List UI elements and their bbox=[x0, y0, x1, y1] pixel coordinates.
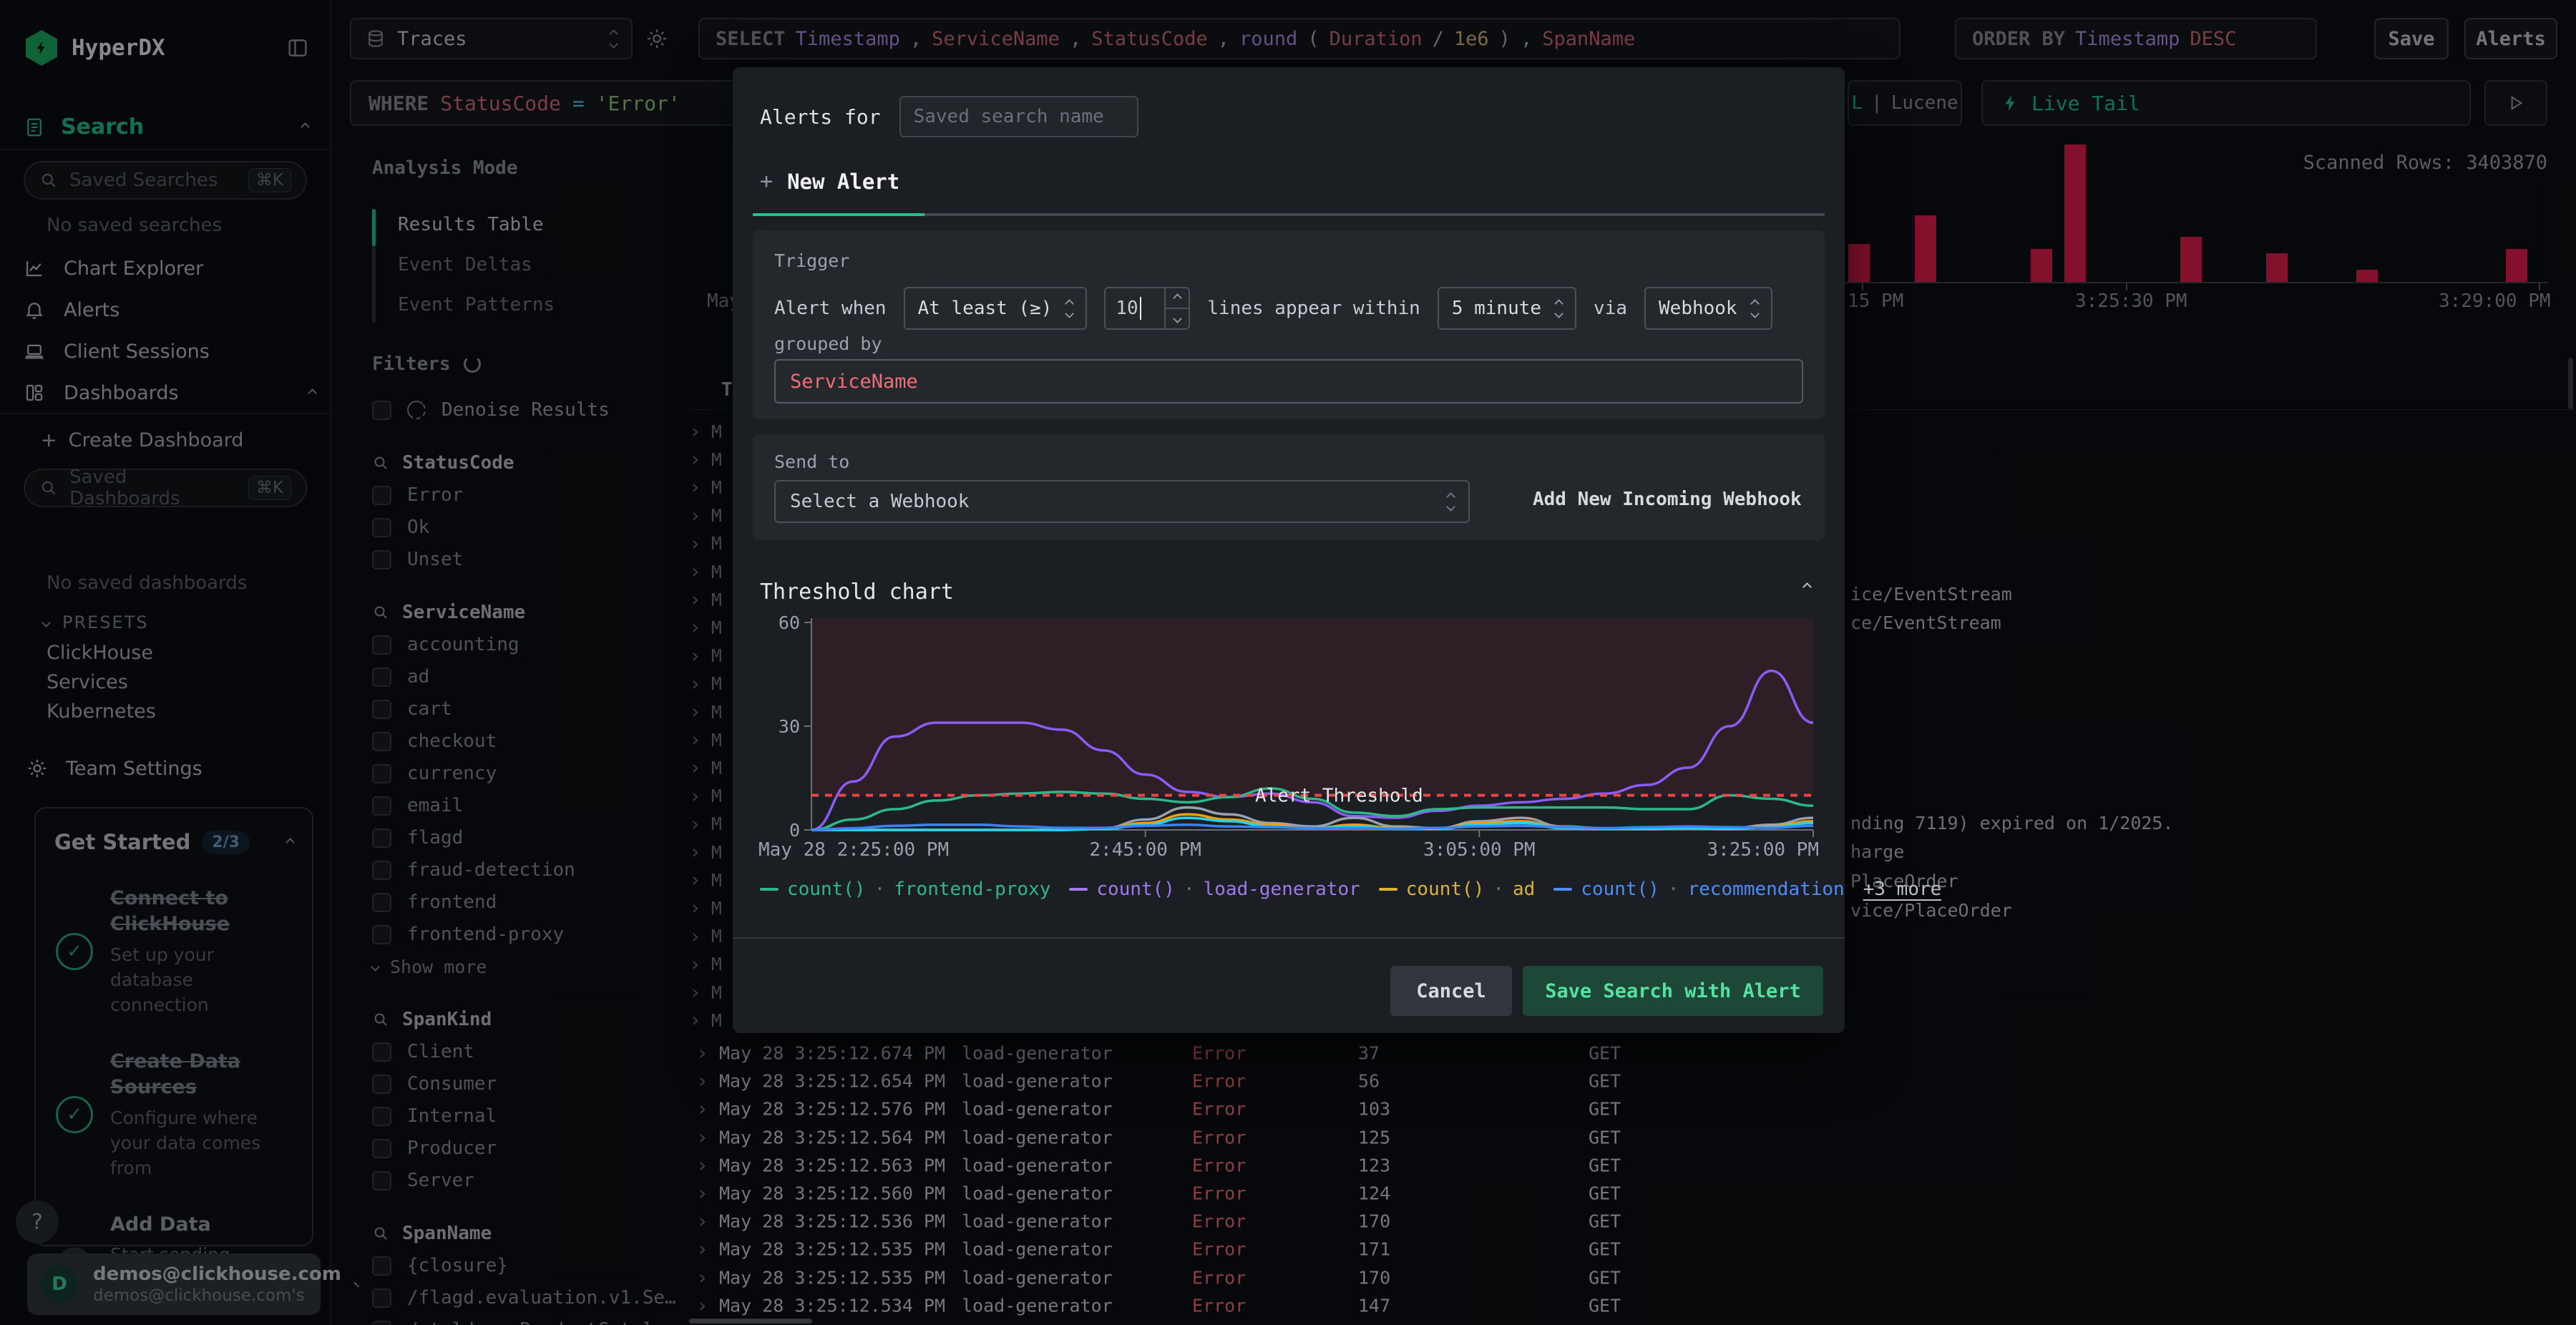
via-text: via bbox=[1594, 298, 1628, 319]
legend-swatch bbox=[1553, 888, 1573, 891]
svg-text:30: 30 bbox=[779, 716, 800, 737]
send-to-label: Send to bbox=[774, 451, 850, 472]
legend-item[interactable]: count() · load-generator bbox=[1069, 879, 1360, 900]
tab-new-alert[interactable]: + New Alert bbox=[760, 169, 899, 194]
svg-text:0: 0 bbox=[789, 820, 800, 841]
number-spinners[interactable] bbox=[1164, 288, 1189, 328]
add-webhook-button[interactable]: Add New Incoming Webhook bbox=[1533, 489, 1802, 510]
threshold-chart-svg: 0 30 60 Alert Threshold May 28 2:25:00 PM 2:4… bbox=[758, 612, 1819, 861]
text-cursor bbox=[1139, 297, 1141, 320]
lines-appear-text: lines appear within bbox=[1207, 298, 1420, 319]
send-to-section: Send to Select a Webhook Add New Incomin… bbox=[753, 434, 1825, 540]
legend-swatch bbox=[760, 888, 779, 891]
legend-metric: count() bbox=[1096, 879, 1175, 900]
legend-item[interactable]: count() · recommendation bbox=[1553, 879, 1845, 900]
legend-item[interactable]: count() · frontend-proxy bbox=[760, 879, 1050, 900]
legend-series-name: load-generator bbox=[1203, 879, 1360, 900]
hyperdx-app: Traces SELECT Timestamp, ServiceName, Stat… bbox=[0, 0, 2576, 1325]
saved-search-name-placeholder: Saved search name bbox=[913, 106, 1104, 127]
threshold-chart: 0 30 60 Alert Threshold May 28 2:25:00 PM 2:4… bbox=[754, 612, 1823, 863]
time-window-select[interactable]: 5 minute bbox=[1437, 287, 1577, 330]
threshold-value: 10 bbox=[1116, 298, 1138, 319]
condition-value: At least (≥) bbox=[917, 298, 1053, 319]
plus-icon: + bbox=[760, 169, 774, 194]
legend-series-name: ad bbox=[1513, 879, 1536, 900]
legend-item[interactable]: count() · ad bbox=[1378, 879, 1536, 900]
threshold-chart-legend: count() · frontend-proxy count() · load-g… bbox=[760, 879, 1941, 900]
grouped-by-value: ServiceName bbox=[790, 370, 918, 393]
legend-separator: · bbox=[1183, 879, 1195, 900]
channel-select[interactable]: Webhook bbox=[1644, 287, 1772, 330]
legend-separator: · bbox=[874, 879, 886, 900]
x-axis-label: May 28 2:25:00 PM bbox=[758, 839, 949, 861]
grouped-by-input[interactable]: ServiceName bbox=[774, 359, 1803, 404]
modal-footer-divider bbox=[733, 937, 1845, 939]
legend-more-button[interactable]: +3 more bbox=[1863, 879, 1942, 900]
tab-underline-active bbox=[753, 213, 924, 216]
legend-swatch bbox=[1069, 888, 1088, 891]
legend-separator: · bbox=[1493, 879, 1505, 900]
collapse-chart-icon[interactable] bbox=[1802, 582, 1812, 592]
modal-title: Alerts for bbox=[760, 104, 881, 129]
x-axis-label: 3:25:00 PM bbox=[1707, 839, 1819, 861]
webhook-select[interactable]: Select a Webhook bbox=[774, 480, 1470, 523]
alert-modal: Alerts for Saved search name + New Alert… bbox=[733, 67, 1941, 1033]
select-arrows-icon bbox=[1065, 298, 1075, 318]
select-arrows-icon bbox=[1446, 492, 1455, 512]
threshold-chart-title: Threshold chart bbox=[760, 580, 954, 605]
alert-when-text: Alert when bbox=[774, 298, 887, 319]
x-axis-label: 2:45:00 PM bbox=[1089, 839, 1201, 861]
new-alert-tab-label: New Alert bbox=[787, 169, 900, 194]
above-threshold-shade bbox=[811, 618, 1813, 796]
legend-swatch bbox=[1378, 888, 1397, 891]
cancel-button[interactable]: Cancel bbox=[1390, 966, 1512, 1016]
legend-series-name: frontend-proxy bbox=[894, 879, 1051, 900]
grouped-by-label: grouped by bbox=[774, 333, 882, 354]
legend-metric: count() bbox=[1581, 879, 1659, 900]
trigger-label: Trigger bbox=[774, 250, 850, 271]
saved-search-name-input[interactable]: Saved search name bbox=[899, 96, 1138, 137]
condition-select[interactable]: At least (≥) bbox=[903, 287, 1088, 330]
legend-series-name: recommendation bbox=[1687, 879, 1845, 900]
webhook-select-placeholder: Select a Webhook bbox=[790, 491, 970, 512]
legend-metric: count() bbox=[787, 879, 866, 900]
threshold-value-input[interactable]: 10 bbox=[1104, 287, 1191, 330]
svg-text:60: 60 bbox=[779, 615, 800, 633]
x-axis-label: 3:05:00 PM bbox=[1423, 839, 1536, 861]
legend-metric: count() bbox=[1405, 879, 1485, 900]
save-search-with-alert-button[interactable]: Save Search with Alert bbox=[1523, 966, 1823, 1016]
select-arrows-icon bbox=[1554, 298, 1563, 318]
legend-separator: · bbox=[1667, 879, 1679, 900]
channel-value: Webhook bbox=[1659, 298, 1737, 319]
alert-threshold-label: Alert Threshold bbox=[1255, 786, 1423, 807]
select-arrows-icon bbox=[1750, 298, 1760, 318]
time-window-value: 5 minute bbox=[1451, 298, 1542, 319]
